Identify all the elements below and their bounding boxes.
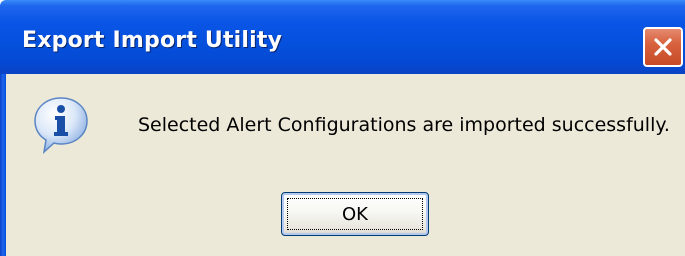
- ok-button-label: OK: [287, 198, 423, 230]
- close-x-icon: [654, 38, 672, 56]
- close-button[interactable]: [643, 27, 683, 67]
- dialog-message: Selected Alert Configurations are import…: [138, 114, 670, 136]
- window-title: Export Import Utility: [22, 28, 283, 53]
- dialog-body: Selected Alert Configurations are import…: [6, 74, 685, 256]
- ok-button[interactable]: OK: [281, 192, 429, 236]
- dialog-window: Export Import Utility Selected Alert Con…: [0, 0, 685, 256]
- title-bar[interactable]: Export Import Utility: [0, 0, 685, 74]
- information-icon: [34, 97, 88, 154]
